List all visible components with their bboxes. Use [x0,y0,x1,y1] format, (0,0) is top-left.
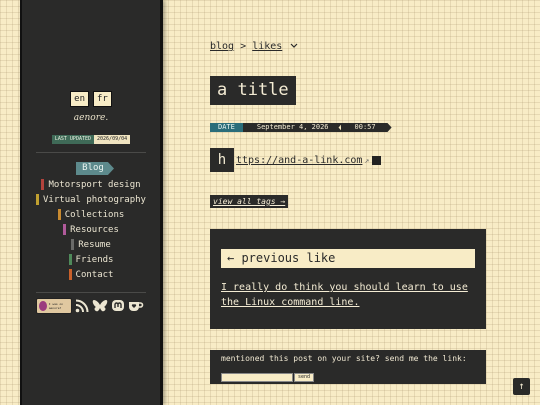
last-updated-label: LAST UPDATED [51,135,94,144]
nav-color-bar [68,254,72,265]
nav-color-bar [71,239,75,250]
nav-item-virtual-photography[interactable]: Virtual photography [22,192,160,207]
page-title: a title [210,76,296,105]
send-button[interactable]: send [294,373,315,382]
lang-fr-button[interactable]: fr [93,91,112,107]
nav-color-bar [41,179,45,190]
nav-item-resume[interactable]: Resume [22,237,160,252]
social-links: I was on aenore? [36,298,147,314]
nav-item-label: Friends [75,254,114,265]
webmention-prompt: mentioned this post on your site? send m… [221,354,467,363]
coast-badge-text: I was on aenore? [48,302,64,310]
post-date: September 4, 2026 [242,123,343,132]
breadcrumb-separator: > [240,41,247,52]
breadcrumb: blog > likes [210,41,298,52]
previous-like-link[interactable]: I really do think you should learn to us… [221,280,475,310]
nav-item-collections[interactable]: Collections [22,207,160,222]
nav-item-label: Resources [70,224,119,235]
nav-item-label: Motorsport design [48,179,141,190]
nav-item-contact[interactable]: Contact [22,267,160,282]
nav-item-label: Collections [64,209,125,220]
divider [36,152,146,153]
nav-item-friends[interactable]: Friends [22,252,160,267]
last-updated-date: 2026/09/04 [94,135,131,144]
last-updated-badge: LAST UPDATED 2026/09/04 [22,135,160,144]
rss-icon[interactable] [75,299,89,313]
mastodon-icon[interactable] [111,299,125,313]
breadcrumb-likes-link[interactable]: likes [252,41,282,52]
post-link[interactable]: ttps://and-a-link.com [236,155,362,166]
view-all-tags-button[interactable]: view all tags → [210,195,289,208]
previous-like-text[interactable]: I really do think you should learn to us… [221,282,468,308]
nav-color-bar [68,269,72,280]
previous-like-heading[interactable]: ← previous like [221,249,475,268]
breadcrumb-blog-link[interactable]: blog [210,41,234,52]
external-link-icon: ↗ [364,155,370,165]
coast-dot-icon [39,301,47,311]
post-link-row: h ttps://and-a-link.com ↗ [210,148,382,172]
nav-item-label: Virtual photography [43,194,146,205]
webmention-url-input[interactable] [221,373,293,382]
kofi-icon[interactable] [128,299,144,313]
nav-item-label: Resume [78,239,111,250]
post-meta: DATE September 4, 2026 00:57 [210,123,392,132]
nav-item-label: Contact [75,269,114,280]
sidebar: en fr aenore. LAST UPDATED 2026/09/04 Blo… [20,0,163,405]
nav-color-bar [63,224,67,235]
sidebar-nav: Motorsport design Virtual photography Co… [22,177,160,282]
nav-item-resources[interactable]: Resources [22,222,160,237]
nav-item-motorsport[interactable]: Motorsport design [22,177,160,192]
webmention-form: mentioned this post on your site? send m… [210,350,486,384]
nav-current-blog[interactable]: Blog [76,162,114,175]
cursor-block-icon [372,155,382,165]
coast-badge-icon[interactable]: I was on aenore? [36,298,72,314]
nav-color-bar [57,209,61,220]
previous-like-card: ← previous like I really do think you sh… [210,229,486,329]
dropcap-letter: h [210,148,234,172]
chevron-down-icon[interactable] [290,43,298,49]
nav-color-bar [36,194,40,205]
bluesky-icon[interactable] [92,299,108,313]
date-label: DATE [210,123,243,132]
site-title[interactable]: aenore. [22,113,160,123]
lang-en-button[interactable]: en [70,91,89,107]
back-to-top-button[interactable]: ↑ [513,378,530,395]
language-switcher: en fr [22,86,160,107]
post-time: 00:57 [340,123,392,132]
divider [36,292,146,293]
